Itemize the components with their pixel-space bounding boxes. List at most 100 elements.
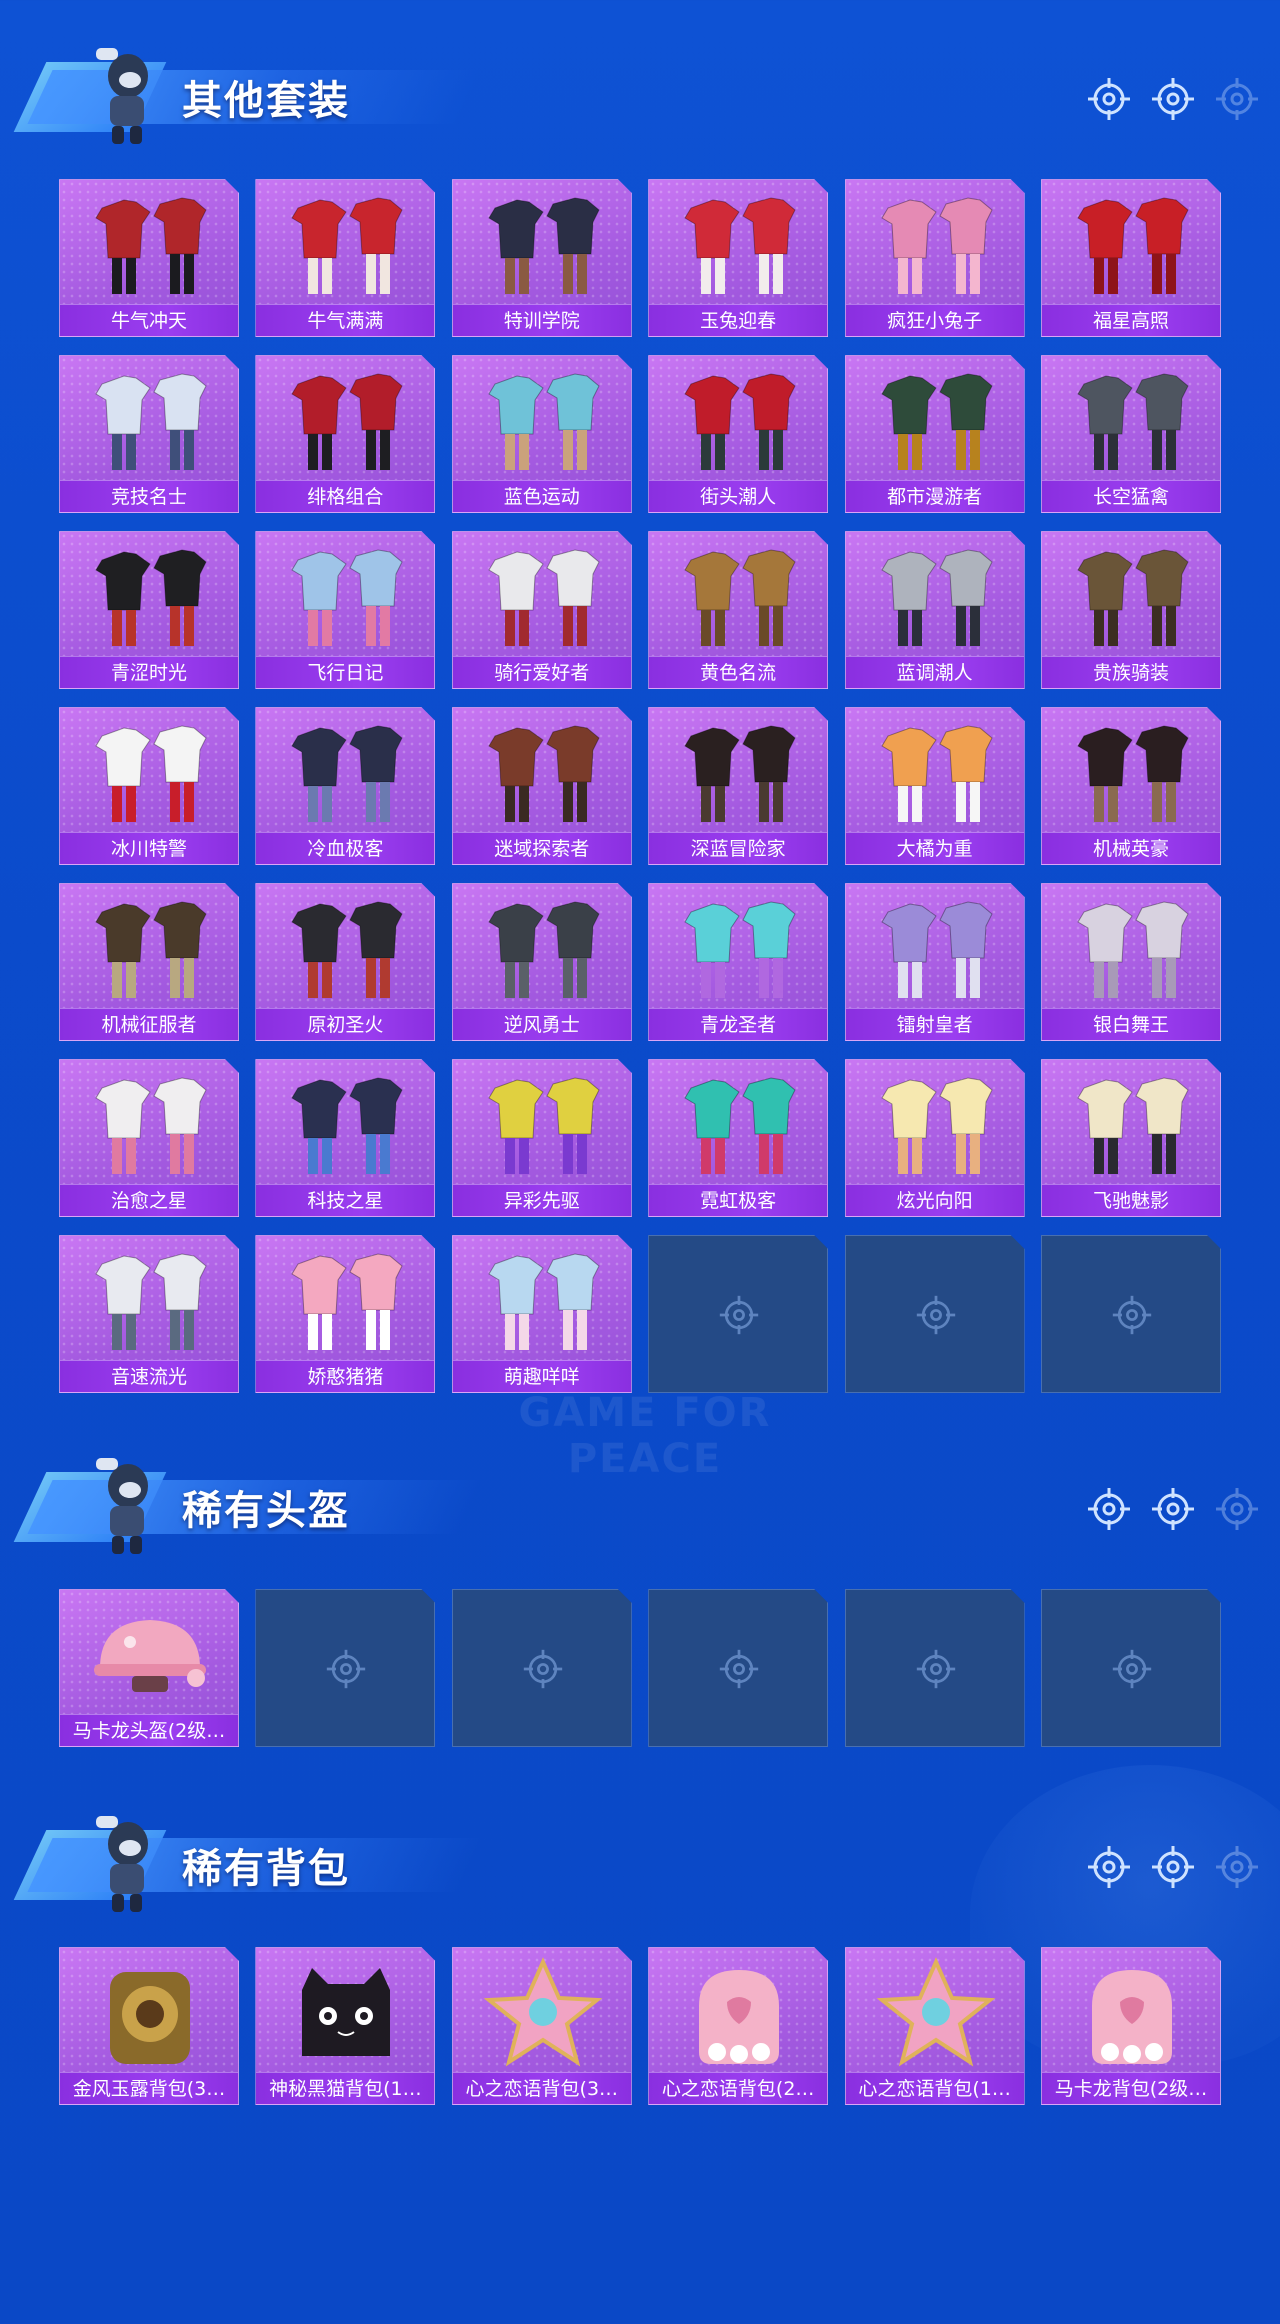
item-image xyxy=(276,1956,416,2072)
item-label: 心之恋语背包(1… xyxy=(845,2072,1024,2104)
item-image xyxy=(276,1068,416,1184)
item-card[interactable]: 萌趣咩咩 xyxy=(451,1235,632,1393)
item-card[interactable]: 神秘黑猫背包(1… xyxy=(255,1947,436,2105)
item-label: 都市漫游者 xyxy=(845,480,1024,512)
item-label: 娇憨猪猪 xyxy=(256,1360,435,1392)
item-card[interactable]: 飞驰魅影 xyxy=(1041,1059,1221,1217)
item-card[interactable]: 异彩先驱 xyxy=(451,1059,632,1217)
item-label: 蓝调潮人 xyxy=(845,656,1024,688)
item-card[interactable]: 科技之星 xyxy=(255,1059,436,1217)
item-label: 马卡龙头盔(2级… xyxy=(60,1714,238,1746)
item-card[interactable]: 金风玉露背包(3… xyxy=(59,1947,239,2105)
item-card[interactable]: 蓝调潮人 xyxy=(844,531,1025,689)
target-icon xyxy=(1150,1844,1196,1890)
item-card[interactable]: 福星高照 xyxy=(1041,179,1221,337)
item-card[interactable]: 街头潮人 xyxy=(648,355,829,513)
item-label: 金风玉露背包(3… xyxy=(60,2072,238,2104)
item-label: 福星高照 xyxy=(1042,304,1220,336)
target-icon xyxy=(1214,76,1260,122)
target-icon xyxy=(1086,1844,1132,1890)
item-label: 马卡龙背包(2级… xyxy=(1042,2072,1220,2104)
item-label: 迷域探索者 xyxy=(452,832,631,864)
section-header: 其他套装 xyxy=(13,40,1260,160)
item-card[interactable]: 大橘为重 xyxy=(844,707,1025,865)
item-card[interactable]: 深蓝冒险家 xyxy=(648,707,829,865)
item-card[interactable]: 牛气满满 xyxy=(255,179,436,337)
item-card[interactable]: 都市漫游者 xyxy=(844,355,1025,513)
empty-slot xyxy=(648,1589,829,1747)
item-label: 牛气满满 xyxy=(256,304,435,336)
section-header: 稀有背包 xyxy=(13,1808,1260,1928)
item-label: 冷血极客 xyxy=(256,832,435,864)
item-image xyxy=(276,364,416,480)
item-card[interactable]: 飞行日记 xyxy=(255,531,436,689)
item-card[interactable]: 原初圣火 xyxy=(255,883,436,1041)
item-card[interactable]: 马卡龙背包(2级… xyxy=(1041,1947,1221,2105)
item-image xyxy=(80,1068,220,1184)
item-card[interactable]: 牛气冲天 xyxy=(59,179,239,337)
item-image xyxy=(473,540,613,656)
item-image xyxy=(276,1244,416,1360)
item-image xyxy=(80,716,220,832)
item-label: 神秘黑猫背包(1… xyxy=(256,2072,435,2104)
item-label: 机械征服者 xyxy=(60,1008,238,1040)
item-card[interactable]: 镭射皇者 xyxy=(844,883,1025,1041)
item-card[interactable]: 炫光向阳 xyxy=(844,1059,1025,1217)
item-card[interactable]: 蓝色运动 xyxy=(451,355,632,513)
item-image xyxy=(276,892,416,1008)
item-card[interactable]: 黄色名流 xyxy=(648,531,829,689)
item-image xyxy=(1062,1956,1202,2072)
item-card[interactable]: 霓虹极客 xyxy=(648,1059,829,1217)
item-card[interactable]: 音速流光 xyxy=(59,1235,239,1393)
item-image xyxy=(276,188,416,304)
item-image xyxy=(473,1068,613,1184)
item-image xyxy=(669,188,809,304)
item-card[interactable]: 治愈之星 xyxy=(59,1059,239,1217)
empty-slot xyxy=(451,1589,632,1747)
item-card[interactable]: 马卡龙头盔(2级… xyxy=(59,1589,239,1747)
item-card[interactable]: 机械征服者 xyxy=(59,883,239,1041)
item-label: 青龙圣者 xyxy=(649,1008,828,1040)
item-image xyxy=(80,892,220,1008)
item-image xyxy=(669,716,809,832)
item-image xyxy=(669,1068,809,1184)
target-icon xyxy=(1214,1844,1260,1890)
item-label: 科技之星 xyxy=(256,1184,435,1216)
header-decor-icons xyxy=(1086,1486,1260,1532)
item-card[interactable]: 青涩时光 xyxy=(59,531,239,689)
item-image xyxy=(473,364,613,480)
item-card[interactable]: 心之恋语背包(1… xyxy=(844,1947,1025,2105)
item-card[interactable]: 心之恋语背包(3… xyxy=(451,1947,632,2105)
item-card[interactable]: 迷域探索者 xyxy=(451,707,632,865)
section-title: 其他套装 xyxy=(182,78,350,124)
item-card[interactable]: 冰川特警 xyxy=(59,707,239,865)
item-card[interactable]: 长空猛禽 xyxy=(1041,355,1221,513)
item-card[interactable]: 骑行爱好者 xyxy=(451,531,632,689)
item-card[interactable]: 青龙圣者 xyxy=(648,883,829,1041)
section-title: 稀有头盔 xyxy=(182,1488,350,1534)
item-image xyxy=(1062,1068,1202,1184)
item-label: 原初圣火 xyxy=(256,1008,435,1040)
item-card[interactable]: 特训学院 xyxy=(451,179,632,337)
item-card[interactable]: 疯狂小兔子 xyxy=(844,179,1025,337)
header-decor-icons xyxy=(1086,1844,1260,1890)
item-image xyxy=(866,364,1006,480)
item-card[interactable]: 逆风勇士 xyxy=(451,883,632,1041)
item-image xyxy=(669,364,809,480)
item-card[interactable]: 娇憨猪猪 xyxy=(255,1235,436,1393)
item-card[interactable]: 银白舞王 xyxy=(1041,883,1221,1041)
item-label: 大橘为重 xyxy=(845,832,1024,864)
item-label: 机械英豪 xyxy=(1042,832,1220,864)
item-card[interactable]: 冷血极客 xyxy=(255,707,436,865)
item-card[interactable]: 机械英豪 xyxy=(1041,707,1221,865)
item-card[interactable]: 心之恋语背包(2… xyxy=(648,1947,829,2105)
item-card[interactable]: 绯格组合 xyxy=(255,355,436,513)
item-card[interactable]: 玉兔迎春 xyxy=(648,179,829,337)
item-card[interactable]: 竞技名士 xyxy=(59,355,239,513)
item-card[interactable]: 贵族骑装 xyxy=(1041,531,1221,689)
item-label: 治愈之星 xyxy=(60,1184,238,1216)
item-image xyxy=(1062,188,1202,304)
mascot-icon xyxy=(90,1808,160,1918)
item-label: 长空猛禽 xyxy=(1042,480,1220,512)
item-image xyxy=(866,188,1006,304)
